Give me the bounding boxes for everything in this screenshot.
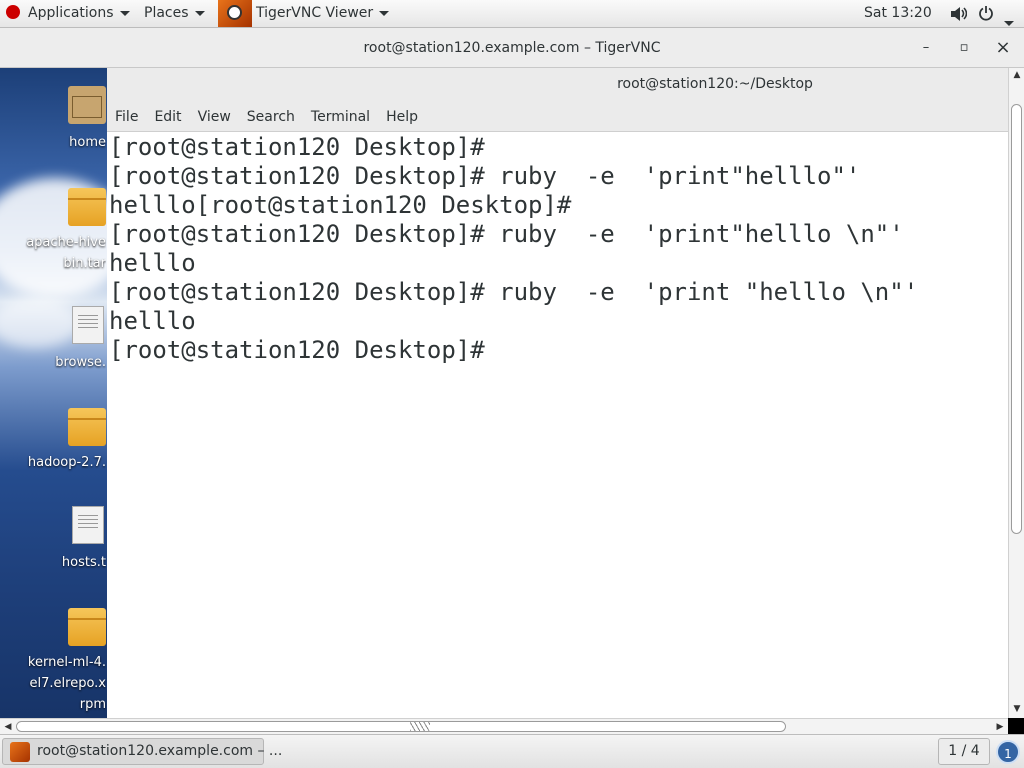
terminal-header: root@station120:~/Desktop File Edit View Se… [107,68,1008,132]
terminal-output[interactable]: [root@station120 Desktop]# [root@station… [107,132,1008,718]
terminal-line: helllo [109,249,196,277]
desktop-icon-label: apache-hive [26,235,106,250]
redhat-icon [6,5,20,19]
vertical-scrollbar[interactable]: ▲ ▼ [1008,68,1024,718]
horizontal-scrollbar[interactable]: ◀ ▶ [0,718,1024,734]
chevron-down-icon [194,10,205,16]
terminal-line: [root@station120 Desktop]# [109,133,485,161]
notification-badge[interactable]: 1 [996,740,1020,764]
minimize-button[interactable]: – [916,38,936,58]
terminal-menubar: File Edit View Search Terminal Help [107,104,426,130]
text-file-icon [72,506,104,544]
scroll-up-button[interactable]: ▲ [1010,68,1024,82]
scrollbar-corner [1008,718,1024,734]
desktop-icon-label: el7.elrepo.x [29,676,106,691]
places-menu[interactable]: Places [144,0,205,27]
desktop-icon-label: rpm [79,697,106,712]
desktop-icon-label: hosts.t [61,555,106,570]
menu-terminal[interactable]: Terminal [303,104,378,130]
terminal-line: [root@station120 Desktop]# ruby -e 'prin… [109,220,904,248]
vertical-scroll-thumb[interactable] [1011,104,1022,534]
workspace-indicator[interactable]: 1 / 4 [938,738,990,765]
scroll-left-button[interactable]: ◀ [1,720,15,734]
menu-help[interactable]: Help [378,104,426,130]
maximize-button[interactable]: ▫ [954,38,974,58]
menu-file[interactable]: File [107,104,146,130]
menu-edit[interactable]: Edit [146,104,189,130]
menu-view[interactable]: View [190,104,239,130]
horizontal-scroll-thumb[interactable] [16,721,786,732]
taskbar-window-label: root@station120.example.com – ... [37,743,283,759]
scroll-right-button[interactable]: ▶ [993,720,1007,734]
taskbar: root@station120.example.com – ... 1 / 4 … [0,734,1024,768]
scroll-down-button[interactable]: ▼ [1010,702,1024,716]
chevron-down-icon [379,10,390,16]
applications-label: Applications [28,5,114,21]
tigervnc-icon [218,0,252,27]
vnc-window-titlebar[interactable]: root@station120.example.com – TigerVNC –… [0,28,1024,68]
grip-icon [410,722,430,731]
desktop-icon-label: kernel-ml-4. [27,655,106,670]
terminal-line: [root@station120 Desktop]# ruby -e 'prin… [109,162,861,190]
terminal-line: [root@station120 Desktop]# ruby -e 'prin… [109,278,919,306]
volume-icon[interactable] [949,0,968,27]
chevron-down-icon [119,10,130,16]
terminal-line: [root@station120 Desktop]# [109,336,485,364]
power-icon [979,6,993,21]
desktop-icon-label: home [69,135,106,150]
desktop-icon-label: hadoop-2.7. [27,455,106,470]
taskbar-window-button[interactable]: root@station120.example.com – ... [2,738,282,765]
remote-desktop: home apache-hive bin.tar browse. hadoop-… [0,68,107,718]
archive-icon [68,408,106,446]
menu-search[interactable]: Search [239,104,303,130]
places-label: Places [144,5,189,21]
close-button[interactable]: × [993,38,1013,58]
archive-icon [68,608,106,646]
desktop-icon-label: browse. [55,355,106,370]
desktop-icon-label: bin.tar [63,256,106,271]
terminal-line: helllo[root@station120 Desktop]# [109,191,572,219]
tigervnc-icon [10,742,30,762]
window-title: root@station120.example.com – TigerVNC [363,40,661,56]
home-folder-icon [68,86,106,124]
applications-menu[interactable]: Applications [6,0,130,27]
app-menu[interactable]: TigerVNC Viewer [218,0,390,27]
terminal-line: helllo [109,307,196,335]
app-menu-label: TigerVNC Viewer [256,5,374,21]
chevron-down-icon [1004,20,1015,26]
terminal-title: root@station120:~/Desktop [617,76,813,92]
clock[interactable]: Sat 13:20 [864,0,932,27]
archive-icon [68,188,106,226]
text-file-icon [72,306,104,344]
power-menu[interactable] [978,0,1015,27]
top-bar: Applications Places TigerVNC Viewer Sat … [0,0,1024,28]
